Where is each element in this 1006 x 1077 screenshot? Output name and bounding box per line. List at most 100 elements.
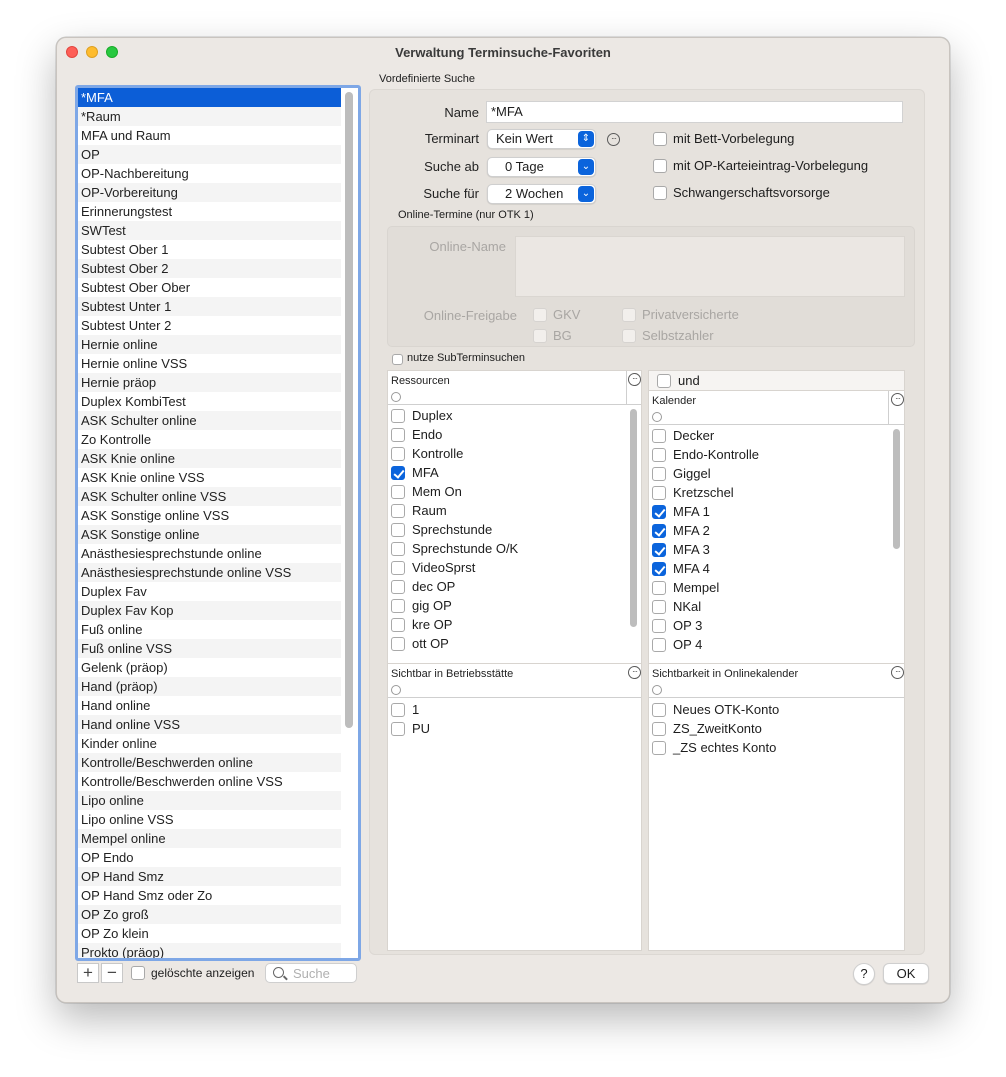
bett-checkbox[interactable] bbox=[653, 132, 667, 146]
favorite-list-item[interactable]: Subtest Unter 2 bbox=[78, 316, 341, 335]
onlinekalender-item-checkbox[interactable] bbox=[652, 703, 666, 717]
betriebsstaette-item-checkbox[interactable] bbox=[391, 722, 405, 736]
favorite-list-item[interactable]: ASK Knie online bbox=[78, 449, 341, 468]
favorites-list[interactable]: *MFA *Raum MFA und Raum OP OP-Nachbereitung O… bbox=[75, 85, 361, 961]
favorite-list-item[interactable]: Erinnerungstest bbox=[78, 202, 341, 221]
favorite-list-item[interactable]: Subtest Ober 2 bbox=[78, 259, 341, 278]
favorite-list-item[interactable]: Anästhesiesprechstunde online bbox=[78, 544, 341, 563]
resource-item-checkbox[interactable] bbox=[391, 447, 405, 461]
favorite-list-item[interactable]: Anästhesiesprechstunde online VSS bbox=[78, 563, 341, 582]
calendar-item-checkbox[interactable] bbox=[652, 486, 666, 500]
terminart-select[interactable]: Kein Wert ⇕ bbox=[487, 129, 596, 149]
online-name-field[interactable] bbox=[515, 236, 905, 297]
favorite-list-item[interactable]: Lipo online bbox=[78, 791, 341, 810]
calendar-item-checkbox[interactable] bbox=[652, 543, 666, 557]
suche-ab-select[interactable]: 0 Tage ⌄ bbox=[487, 157, 596, 177]
favorite-list-item[interactable]: Lipo online VSS bbox=[78, 810, 341, 829]
favorite-list-item[interactable]: Hand online bbox=[78, 696, 341, 715]
favorite-list-item[interactable]: OP Endo bbox=[78, 848, 341, 867]
favorite-list-item[interactable]: Subtest Ober Ober bbox=[78, 278, 341, 297]
resource-item-checkbox[interactable] bbox=[391, 542, 405, 556]
favorite-list-item[interactable]: Hernie online VSS bbox=[78, 354, 341, 373]
terminart-more-icon[interactable]: ··· bbox=[607, 133, 620, 146]
calendar-item-checkbox[interactable] bbox=[652, 448, 666, 462]
favorite-list-item[interactable]: *Raum bbox=[78, 107, 341, 126]
show-deleted-checkbox[interactable] bbox=[131, 966, 145, 980]
resource-item-checkbox[interactable] bbox=[391, 580, 405, 594]
resource-item-checkbox[interactable] bbox=[391, 561, 405, 575]
resources-scrollbar[interactable] bbox=[630, 409, 637, 627]
favorite-list-item[interactable]: OP bbox=[78, 145, 341, 164]
favorite-list-item[interactable]: ASK Schulter online VSS bbox=[78, 487, 341, 506]
betriebsstaette-more-icon[interactable]: ··· bbox=[628, 666, 641, 679]
ok-button[interactable]: OK bbox=[883, 963, 929, 984]
favorite-list-item[interactable]: Duplex Fav bbox=[78, 582, 341, 601]
onlinekalender-more-icon[interactable]: ··· bbox=[891, 666, 904, 679]
calendar-item-checkbox[interactable] bbox=[652, 429, 666, 443]
resource-item-checkbox[interactable] bbox=[391, 637, 405, 651]
calendars-scrollbar[interactable] bbox=[893, 429, 900, 549]
search-input[interactable]: Suche bbox=[265, 963, 357, 983]
name-field[interactable]: *MFA bbox=[486, 101, 903, 123]
favorite-list-item[interactable]: Zo Kontrolle bbox=[78, 430, 341, 449]
favorite-list-item[interactable]: Hernie online bbox=[78, 335, 341, 354]
und-checkbox[interactable] bbox=[657, 374, 671, 388]
favorite-list-item[interactable]: Kontrolle/Beschwerden online bbox=[78, 753, 341, 772]
onlinekalender-item-checkbox[interactable] bbox=[652, 741, 666, 755]
resource-item-checkbox[interactable] bbox=[391, 466, 405, 480]
favorite-list-item[interactable]: ASK Sonstige online VSS bbox=[78, 506, 341, 525]
resource-item-checkbox[interactable] bbox=[391, 428, 405, 442]
favorite-list-item[interactable]: *MFA bbox=[78, 88, 341, 107]
resource-item-checkbox[interactable] bbox=[391, 599, 405, 613]
gkv-checkbox[interactable] bbox=[533, 308, 547, 322]
selbstzahler-checkbox[interactable] bbox=[622, 329, 636, 343]
betriebsstaette-select-all-radio[interactable] bbox=[391, 685, 401, 695]
calendars-select-all-radio[interactable] bbox=[652, 412, 662, 422]
calendar-item-checkbox[interactable] bbox=[652, 562, 666, 576]
calendar-item-checkbox[interactable] bbox=[652, 467, 666, 481]
favorite-list-item[interactable]: OP-Nachbereitung bbox=[78, 164, 341, 183]
add-favorite-button[interactable]: + bbox=[77, 963, 99, 983]
favorite-list-item[interactable]: MFA und Raum bbox=[78, 126, 341, 145]
subsearch-checkbox[interactable] bbox=[392, 354, 403, 365]
calendar-item-checkbox[interactable] bbox=[652, 638, 666, 652]
favorite-list-item[interactable]: Hand online VSS bbox=[78, 715, 341, 734]
privat-checkbox[interactable] bbox=[622, 308, 636, 322]
bg-checkbox[interactable] bbox=[533, 329, 547, 343]
calendar-item-checkbox[interactable] bbox=[652, 600, 666, 614]
onlinekalender-item-checkbox[interactable] bbox=[652, 722, 666, 736]
calendar-item-checkbox[interactable] bbox=[652, 619, 666, 633]
calendar-item-checkbox[interactable] bbox=[652, 581, 666, 595]
favorite-list-item[interactable]: OP Hand Smz bbox=[78, 867, 341, 886]
favorite-list-item[interactable]: Hand (präop) bbox=[78, 677, 341, 696]
resource-item-checkbox[interactable] bbox=[391, 485, 405, 499]
calendar-item-checkbox[interactable] bbox=[652, 505, 666, 519]
favorite-list-item[interactable]: OP Zo groß bbox=[78, 905, 341, 924]
favorite-list-item[interactable]: Subtest Unter 1 bbox=[78, 297, 341, 316]
favorite-list-item[interactable]: Prokto (präop) bbox=[78, 943, 341, 958]
resources-select-all-radio[interactable] bbox=[391, 392, 401, 402]
favorites-scrollbar[interactable] bbox=[345, 92, 353, 728]
resource-item-checkbox[interactable] bbox=[391, 504, 405, 518]
favorite-list-item[interactable]: ASK Sonstige online bbox=[78, 525, 341, 544]
favorite-list-item[interactable]: Mempel online bbox=[78, 829, 341, 848]
favorite-list-item[interactable]: ASK Knie online VSS bbox=[78, 468, 341, 487]
favorite-list-item[interactable]: Fuß online bbox=[78, 620, 341, 639]
favorite-list-item[interactable]: OP-Vorbereitung bbox=[78, 183, 341, 202]
calendars-more-icon[interactable]: ··· bbox=[891, 393, 904, 406]
favorite-list-item[interactable]: ASK Schulter online bbox=[78, 411, 341, 430]
calendar-item-checkbox[interactable] bbox=[652, 524, 666, 538]
favorite-list-item[interactable]: Duplex KombiTest bbox=[78, 392, 341, 411]
favorite-list-item[interactable]: Hernie präop bbox=[78, 373, 341, 392]
favorite-list-item[interactable]: SWTest bbox=[78, 221, 341, 240]
favorite-list-item[interactable]: OP Hand Smz oder Zo bbox=[78, 886, 341, 905]
schwanger-checkbox[interactable] bbox=[653, 186, 667, 200]
onlinekalender-select-all-radio[interactable] bbox=[652, 685, 662, 695]
favorite-list-item[interactable]: Kinder online bbox=[78, 734, 341, 753]
favorite-list-item[interactable]: Duplex Fav Kop bbox=[78, 601, 341, 620]
favorite-list-item[interactable]: Subtest Ober 1 bbox=[78, 240, 341, 259]
suche-fuer-select[interactable]: 2 Wochen ⌄ bbox=[487, 184, 596, 204]
op-kartei-checkbox[interactable] bbox=[653, 159, 667, 173]
resource-item-checkbox[interactable] bbox=[391, 523, 405, 537]
betriebsstaette-item-checkbox[interactable] bbox=[391, 703, 405, 717]
